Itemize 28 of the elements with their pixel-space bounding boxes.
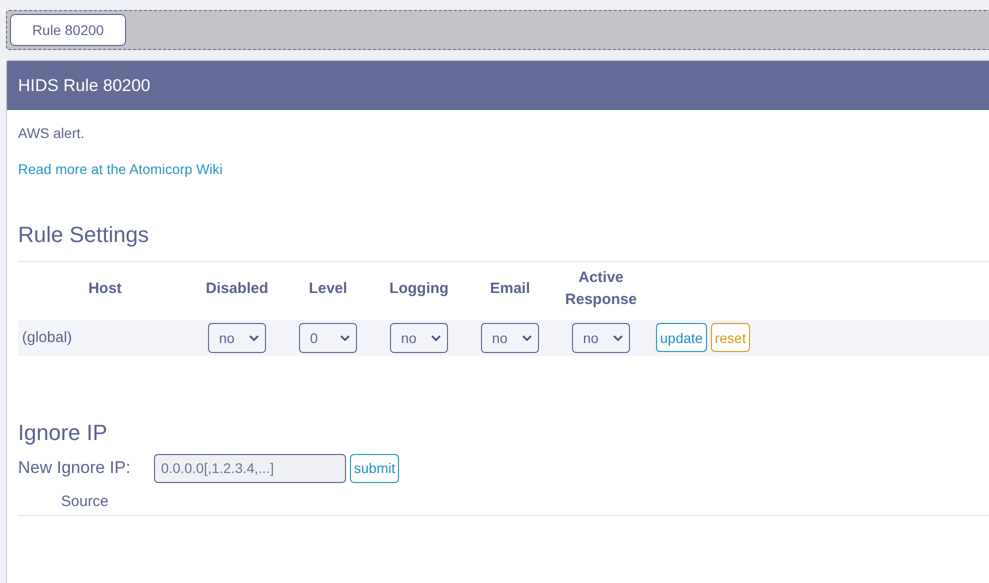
panel-title: HIDS Rule 80200 — [18, 76, 150, 96]
dropdown[interactable]: no — [572, 322, 630, 353]
field-label: New Ignore IP: — [18, 458, 132, 478]
dropdown[interactable]: no — [208, 322, 266, 353]
update-button[interactable]: update — [656, 323, 707, 352]
column-header: Active Response — [564, 268, 638, 310]
dropdown[interactable]: no — [390, 322, 448, 353]
column-header: Email — [490, 280, 530, 297]
rule-description: AWS alert. — [18, 125, 84, 141]
section-heading: Ignore IP — [18, 420, 108, 446]
column-header: Host — [88, 280, 122, 297]
ip-input-field[interactable]: 0.0.0.0[,1.2.3.4,...] — [154, 454, 346, 482]
chevron-down-icon — [340, 334, 350, 341]
chevron-down-icon — [249, 334, 259, 341]
chevron-down-icon — [431, 334, 441, 341]
dropdown[interactable]: 0 — [299, 322, 357, 353]
column-header: Level — [308, 280, 348, 297]
dropdown[interactable]: no — [481, 322, 539, 353]
column-header: Disabled — [206, 280, 268, 297]
chevron-down-icon — [522, 334, 532, 341]
column-header: Logging — [389, 280, 449, 297]
submit-button[interactable]: submit — [350, 454, 400, 482]
tab[interactable]: Rule 80200 — [10, 14, 126, 46]
host-cell: (global) — [22, 329, 72, 346]
wiki-link[interactable]: Read more at the Atomicorp Wiki — [18, 161, 223, 177]
chevron-down-icon — [613, 334, 623, 341]
section-heading: Rule Settings — [18, 222, 149, 248]
column-header: Source — [61, 492, 109, 510]
